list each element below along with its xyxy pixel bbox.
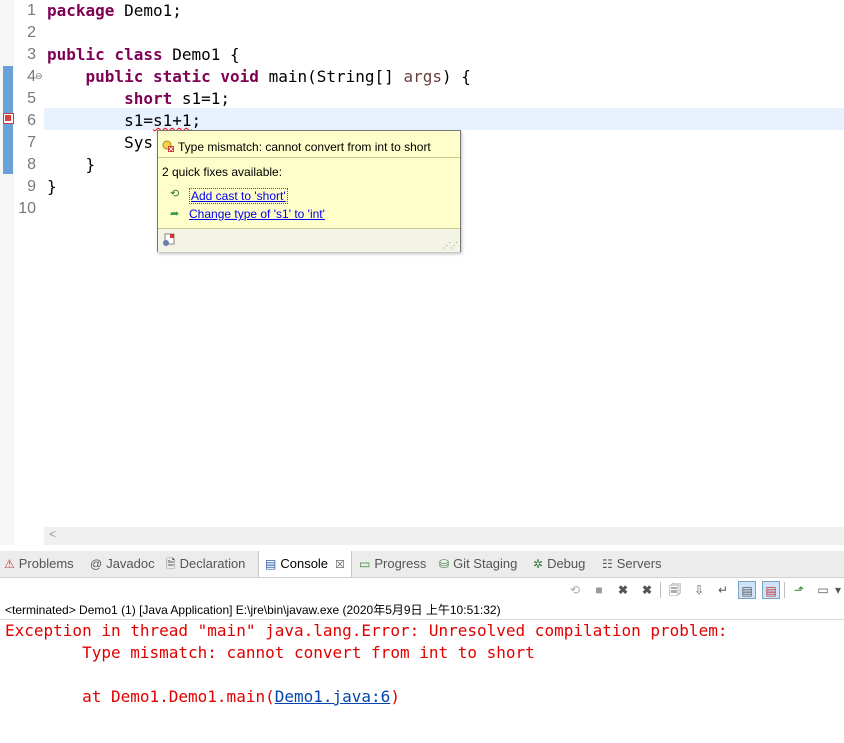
debug-icon: ✲ xyxy=(533,557,544,571)
line-number: 7 xyxy=(27,134,36,151)
show-on-stdout-icon[interactable]: ▤ xyxy=(738,581,756,599)
close-tab-icon[interactable]: ☒ xyxy=(335,559,345,571)
line-number: 1 xyxy=(27,2,36,19)
resize-grip-icon[interactable]: ⋰⋰ xyxy=(443,241,458,250)
word-wrap-icon[interactable]: ↵ xyxy=(714,581,732,599)
chevron-down-icon[interactable]: ▾ xyxy=(832,581,844,599)
scroll-lock-icon[interactable]: ⇩ xyxy=(690,581,708,599)
quick-fix-popup: Type mismatch: cannot convert from int t… xyxy=(157,130,461,252)
display-console-icon[interactable]: ▭ xyxy=(814,581,832,599)
javadoc-icon: @ xyxy=(90,557,103,571)
tab-debug[interactable]: ✲ Debug xyxy=(533,551,585,577)
tab-progress[interactable]: ▭ Progress xyxy=(359,551,426,577)
quick-fix-count: 2 quick fixes available: xyxy=(162,165,283,179)
console-line-stack: at Demo1.Demo1.main(Demo1.java:6) xyxy=(5,687,400,706)
code-line-8[interactable]: } xyxy=(47,154,96,176)
code-line-4[interactable]: public static void main(String[] args) { xyxy=(47,66,471,88)
code-line-5[interactable]: short s1=1; xyxy=(47,88,230,110)
tab-javadoc[interactable]: @ Javadoc xyxy=(90,551,155,577)
problems-icon: ⚠ xyxy=(4,557,15,571)
line-number: 2 xyxy=(27,24,36,41)
code-line-9[interactable]: } xyxy=(47,176,57,198)
show-on-stderr-icon[interactable]: ▤ xyxy=(762,581,780,599)
code-line-3[interactable]: public class Demo1 { xyxy=(47,44,240,66)
servers-icon: ☷ xyxy=(602,557,613,571)
terminate-icon[interactable]: ■ xyxy=(590,581,608,599)
tab-declaration[interactable]: 🗎 Declaration xyxy=(166,551,245,577)
tab-git-staging[interactable]: ⛁ Git Staging xyxy=(439,551,517,577)
stack-trace-link[interactable]: Demo1.java:6 xyxy=(275,687,391,706)
console-line-exception: Exception in thread "main" java.lang.Err… xyxy=(5,621,738,640)
line-number: 3 xyxy=(27,46,36,63)
cast-icon: ⟲ xyxy=(170,188,180,200)
configure-problem-icon[interactable] xyxy=(162,233,176,247)
progress-icon: ▭ xyxy=(359,557,371,571)
terminate-relaunch-icon[interactable]: ⟲ xyxy=(566,581,584,599)
line-number: 4 xyxy=(27,68,36,85)
code-line-1[interactable]: package Demo1; xyxy=(47,0,182,22)
error-squiggle[interactable]: s1+1 xyxy=(153,111,192,130)
tab-problems[interactable]: ⚠ Problems xyxy=(4,551,74,577)
horizontal-scrollbar[interactable]: < xyxy=(44,527,844,545)
quick-fix-footer: ⋰⋰ xyxy=(158,228,460,252)
tab-servers[interactable]: ☷ Servers xyxy=(602,551,662,577)
remove-all-terminated-icon[interactable]: ✖ xyxy=(638,581,656,599)
fold-collapse-icon[interactable]: ⊖ xyxy=(35,71,43,82)
line-number: 8 xyxy=(27,156,36,173)
clear-console-icon[interactable]: 🗐 xyxy=(666,581,684,599)
fix-add-cast-link[interactable]: Add cast to 'short' xyxy=(189,188,288,204)
change-type-icon: ➦ xyxy=(170,208,180,220)
code-line-6[interactable]: s1=s1+1; xyxy=(47,110,201,132)
console-icon: ▤ xyxy=(265,557,277,571)
tab-console[interactable]: ▤ Console ☒ xyxy=(258,551,352,577)
console-toolbar: ⟲ ■ ✖ ✖ 🗐 ⇩ ↵ ▤ ▤ ⬏ ▭ ▾ xyxy=(560,579,844,601)
view-tab-bar: ⚠ Problems @ Javadoc 🗎 Declaration ▤ Console… xyxy=(0,551,844,578)
line-number: 10 xyxy=(18,200,36,217)
error-light-bulb-icon xyxy=(162,140,174,152)
pin-console-icon[interactable]: ⬏ xyxy=(790,581,808,599)
console-line-message: Type mismatch: cannot convert from int t… xyxy=(5,643,535,662)
code-line-7[interactable]: Sys xyxy=(47,132,153,154)
console-process-label: <terminated> Demo1 (1) [Java Application… xyxy=(5,603,501,617)
problem-message: Type mismatch: cannot convert from int t… xyxy=(178,140,431,154)
declaration-icon: 🗎 xyxy=(166,557,176,571)
line-number: 5 xyxy=(27,90,36,107)
line-number: 9 xyxy=(27,178,36,195)
scroll-left-arrow-icon[interactable]: < xyxy=(49,527,56,541)
remove-launch-icon[interactable]: ✖ xyxy=(614,581,632,599)
code-editor[interactable]: 1 2 3 4 5 6 7 8 9 10 ⊖ package Demo1; pu… xyxy=(0,0,844,545)
line-number: 6 xyxy=(27,112,36,129)
fix-change-type-link[interactable]: Change type of 's1' to 'int' xyxy=(189,207,325,221)
quick-fix-header: Type mismatch: cannot convert from int t… xyxy=(158,131,460,158)
git-staging-icon: ⛁ xyxy=(439,557,450,571)
